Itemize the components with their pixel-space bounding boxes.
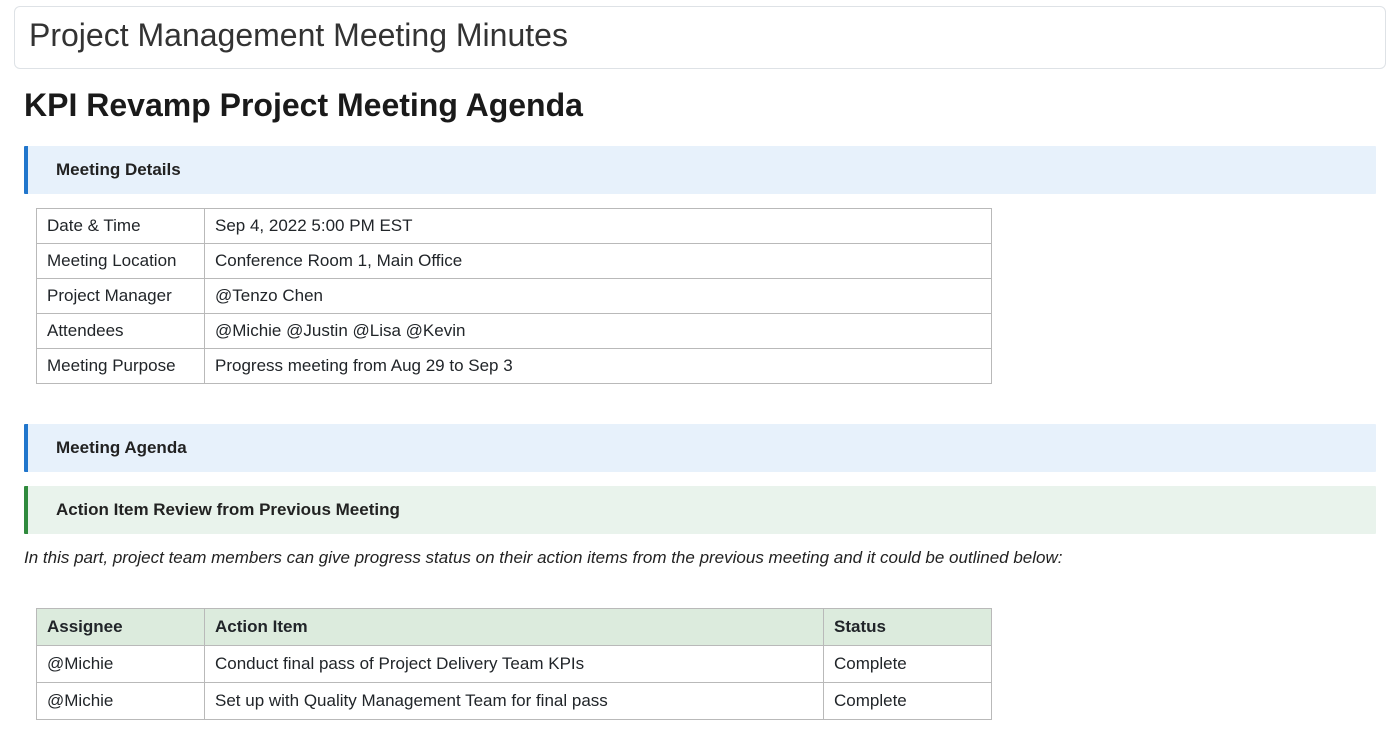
col-status-header: Status xyxy=(824,609,992,646)
detail-label: Project Manager xyxy=(37,279,205,314)
table-row: @Michie Set up with Quality Management T… xyxy=(37,683,992,720)
document-title: Project Management Meeting Minutes xyxy=(29,17,1371,54)
table-row: Attendees @Michie @Justin @Lisa @Kevin xyxy=(37,314,992,349)
detail-label: Date & Time xyxy=(37,209,205,244)
section-action-review: Action Item Review from Previous Meeting xyxy=(24,486,1376,534)
detail-label: Meeting Location xyxy=(37,244,205,279)
detail-label: Attendees xyxy=(37,314,205,349)
section-label: Meeting Details xyxy=(56,160,181,179)
action-review-note: In this part, project team members can g… xyxy=(24,548,1376,568)
detail-label: Meeting Purpose xyxy=(37,349,205,384)
table-row: Date & Time Sep 4, 2022 5:00 PM EST xyxy=(37,209,992,244)
detail-value: Progress meeting from Aug 29 to Sep 3 xyxy=(205,349,992,384)
meeting-details-table: Date & Time Sep 4, 2022 5:00 PM EST Meet… xyxy=(36,208,992,384)
table-header-row: Assignee Action Item Status xyxy=(37,609,992,646)
detail-value: @Michie @Justin @Lisa @Kevin xyxy=(205,314,992,349)
table-row: Meeting Location Conference Room 1, Main… xyxy=(37,244,992,279)
col-action-header: Action Item xyxy=(205,609,824,646)
table-row: @Michie Conduct final pass of Project De… xyxy=(37,646,992,683)
cell-status: Complete xyxy=(824,646,992,683)
action-items-table: Assignee Action Item Status @Michie Cond… xyxy=(36,608,992,720)
page-root: Project Management Meeting Minutes KPI R… xyxy=(0,6,1400,740)
page-heading: KPI Revamp Project Meeting Agenda xyxy=(24,87,1376,124)
cell-assignee: @Michie xyxy=(37,646,205,683)
section-meeting-details: Meeting Details xyxy=(24,146,1376,194)
title-card: Project Management Meeting Minutes xyxy=(14,6,1386,69)
cell-action: Conduct final pass of Project Delivery T… xyxy=(205,646,824,683)
detail-value: @Tenzo Chen xyxy=(205,279,992,314)
col-assignee-header: Assignee xyxy=(37,609,205,646)
detail-value: Sep 4, 2022 5:00 PM EST xyxy=(205,209,992,244)
cell-status: Complete xyxy=(824,683,992,720)
table-row: Project Manager @Tenzo Chen xyxy=(37,279,992,314)
main-content: KPI Revamp Project Meeting Agenda Meetin… xyxy=(10,87,1390,720)
detail-value: Conference Room 1, Main Office xyxy=(205,244,992,279)
cell-action: Set up with Quality Management Team for … xyxy=(205,683,824,720)
section-label: Action Item Review from Previous Meeting xyxy=(56,500,400,519)
table-row: Meeting Purpose Progress meeting from Au… xyxy=(37,349,992,384)
cell-assignee: @Michie xyxy=(37,683,205,720)
section-label: Meeting Agenda xyxy=(56,438,187,457)
section-meeting-agenda: Meeting Agenda xyxy=(24,424,1376,472)
